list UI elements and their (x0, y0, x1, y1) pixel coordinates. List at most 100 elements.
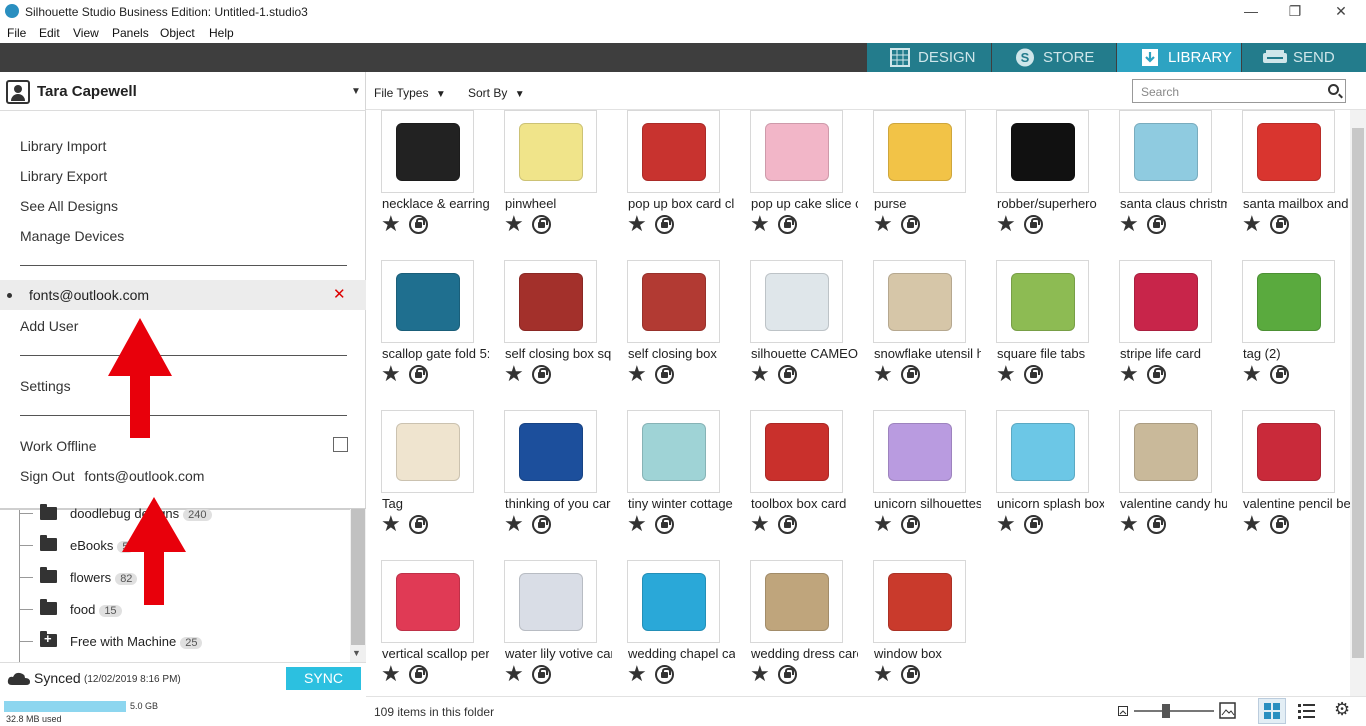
cloud-sync-lock-icon[interactable] (655, 365, 674, 384)
menu-view[interactable]: View (73, 26, 99, 40)
design-thumbnail[interactable] (381, 110, 474, 193)
design-thumbnail[interactable] (750, 110, 843, 193)
favorite-star-icon[interactable]: ★ (873, 363, 893, 385)
cloud-sync-lock-icon[interactable] (778, 365, 797, 384)
add-user-item[interactable]: Add User (20, 318, 78, 334)
menu-help[interactable]: Help (209, 26, 234, 40)
favorite-star-icon[interactable]: ★ (1242, 363, 1262, 385)
design-thumbnail[interactable] (996, 110, 1089, 193)
cloud-sync-lock-icon[interactable] (655, 515, 674, 534)
cloud-sync-lock-icon[interactable] (532, 215, 551, 234)
design-thumbnail[interactable] (1242, 410, 1335, 493)
work-offline-item[interactable]: Work Offline (20, 438, 97, 454)
see-all-designs-item[interactable]: See All Designs (20, 198, 118, 214)
design-tile[interactable]: robber/superhero ★ (981, 110, 1104, 260)
settings-item[interactable]: Settings (20, 378, 71, 394)
cloud-sync-lock-icon[interactable] (409, 365, 428, 384)
cloud-sync-lock-icon[interactable] (1147, 365, 1166, 384)
design-tile[interactable]: stripe life card ★ (1104, 260, 1227, 410)
cloud-sync-lock-icon[interactable] (1147, 215, 1166, 234)
design-thumbnail[interactable] (750, 560, 843, 643)
design-tile[interactable]: tag (2) ★ (1227, 260, 1350, 410)
folder-item[interactable]: food 15 (70, 602, 122, 617)
favorite-star-icon[interactable]: ★ (381, 513, 401, 535)
favorite-star-icon[interactable]: ★ (750, 363, 770, 385)
favorite-star-icon[interactable]: ★ (627, 663, 647, 685)
design-thumbnail[interactable] (627, 560, 720, 643)
design-thumbnail[interactable] (504, 110, 597, 193)
cloud-sync-lock-icon[interactable] (901, 215, 920, 234)
design-thumbnail[interactable] (1119, 110, 1212, 193)
favorite-star-icon[interactable]: ★ (1242, 213, 1262, 235)
design-thumbnail[interactable] (504, 410, 597, 493)
design-tile[interactable]: santa claus christm ★ (1104, 110, 1227, 260)
cloud-sync-lock-icon[interactable] (532, 515, 551, 534)
zoom-slider[interactable] (1134, 710, 1214, 712)
tab-store[interactable]: S STORE (992, 43, 1116, 72)
design-thumbnail[interactable] (504, 560, 597, 643)
search-input[interactable]: Search (1132, 79, 1346, 103)
design-thumbnail[interactable] (873, 560, 966, 643)
favorite-star-icon[interactable]: ★ (627, 513, 647, 535)
favorite-star-icon[interactable]: ★ (1119, 363, 1139, 385)
cloud-sync-lock-icon[interactable] (778, 665, 797, 684)
design-tile[interactable]: silhouette CAMEO. ★ (735, 260, 858, 410)
cloud-sync-lock-icon[interactable] (1270, 215, 1289, 234)
favorite-star-icon[interactable]: ★ (996, 513, 1016, 535)
favorite-star-icon[interactable]: ★ (750, 213, 770, 235)
file-types-dropdown[interactable]: File Types ▼ (374, 86, 446, 100)
design-tile[interactable]: Tag ★ (366, 410, 489, 560)
cloud-sync-lock-icon[interactable] (1147, 515, 1166, 534)
design-thumbnail[interactable] (1119, 410, 1212, 493)
design-thumbnail[interactable] (873, 260, 966, 343)
menu-panels[interactable]: Panels (112, 26, 149, 40)
favorite-star-icon[interactable]: ★ (1119, 213, 1139, 235)
large-image-icon[interactable] (1219, 702, 1236, 719)
design-tile[interactable]: toolbox box card ★ (735, 410, 858, 560)
list-view-icon[interactable] (1298, 703, 1315, 719)
menu-file[interactable]: File (7, 26, 26, 40)
caret-down-icon[interactable]: ▼ (351, 86, 361, 97)
favorite-star-icon[interactable]: ★ (996, 213, 1016, 235)
cloud-sync-lock-icon[interactable] (1024, 515, 1043, 534)
design-tile[interactable]: wedding chapel ca ★ (612, 560, 735, 696)
cloud-sync-lock-icon[interactable] (1024, 215, 1043, 234)
design-tile[interactable]: unicorn splash box ★ (981, 410, 1104, 560)
grid-scrollbar[interactable] (1350, 110, 1366, 696)
cloud-sync-lock-icon[interactable] (901, 365, 920, 384)
grid-view-button[interactable] (1258, 698, 1286, 724)
favorite-star-icon[interactable]: ★ (627, 363, 647, 385)
cloud-sync-lock-icon[interactable] (409, 215, 428, 234)
favorite-star-icon[interactable]: ★ (873, 513, 893, 535)
design-tile[interactable]: wedding dress carc ★ (735, 560, 858, 696)
favorite-star-icon[interactable]: ★ (750, 513, 770, 535)
design-thumbnail[interactable] (504, 260, 597, 343)
design-tile[interactable]: vertical scallop per ★ (366, 560, 489, 696)
design-tile[interactable]: pinwheel ★ (489, 110, 612, 260)
cloud-sync-lock-icon[interactable] (778, 515, 797, 534)
minimize-button[interactable]: — (1236, 2, 1266, 20)
design-thumbnail[interactable] (1119, 260, 1212, 343)
design-tile[interactable]: pop up cake slice c ★ (735, 110, 858, 260)
cloud-sync-lock-icon[interactable] (1024, 365, 1043, 384)
library-export-item[interactable]: Library Export (20, 168, 107, 184)
cloud-sync-lock-icon[interactable] (655, 215, 674, 234)
favorite-star-icon[interactable]: ★ (627, 213, 647, 235)
design-thumbnail[interactable] (996, 410, 1089, 493)
design-tile[interactable]: unicorn silhouettes ★ (858, 410, 981, 560)
design-thumbnail[interactable] (873, 410, 966, 493)
tab-design[interactable]: DESIGN (867, 43, 991, 72)
cloud-sync-lock-icon[interactable] (1270, 365, 1289, 384)
design-thumbnail[interactable] (1242, 260, 1335, 343)
design-tile[interactable]: purse ★ (858, 110, 981, 260)
sign-out-item[interactable]: Sign Out fonts@outlook.com (20, 468, 204, 484)
favorite-star-icon[interactable]: ★ (873, 663, 893, 685)
favorite-star-icon[interactable]: ★ (504, 663, 524, 685)
folder-item[interactable]: Free with Machine 25 (70, 634, 203, 649)
user-dropdown[interactable]: Tara Capewell ▼ (0, 72, 366, 111)
close-button[interactable]: ✕ (1326, 2, 1356, 20)
design-thumbnail[interactable] (996, 260, 1089, 343)
design-thumbnail[interactable] (381, 560, 474, 643)
cloud-sync-lock-icon[interactable] (778, 215, 797, 234)
favorite-star-icon[interactable]: ★ (381, 213, 401, 235)
